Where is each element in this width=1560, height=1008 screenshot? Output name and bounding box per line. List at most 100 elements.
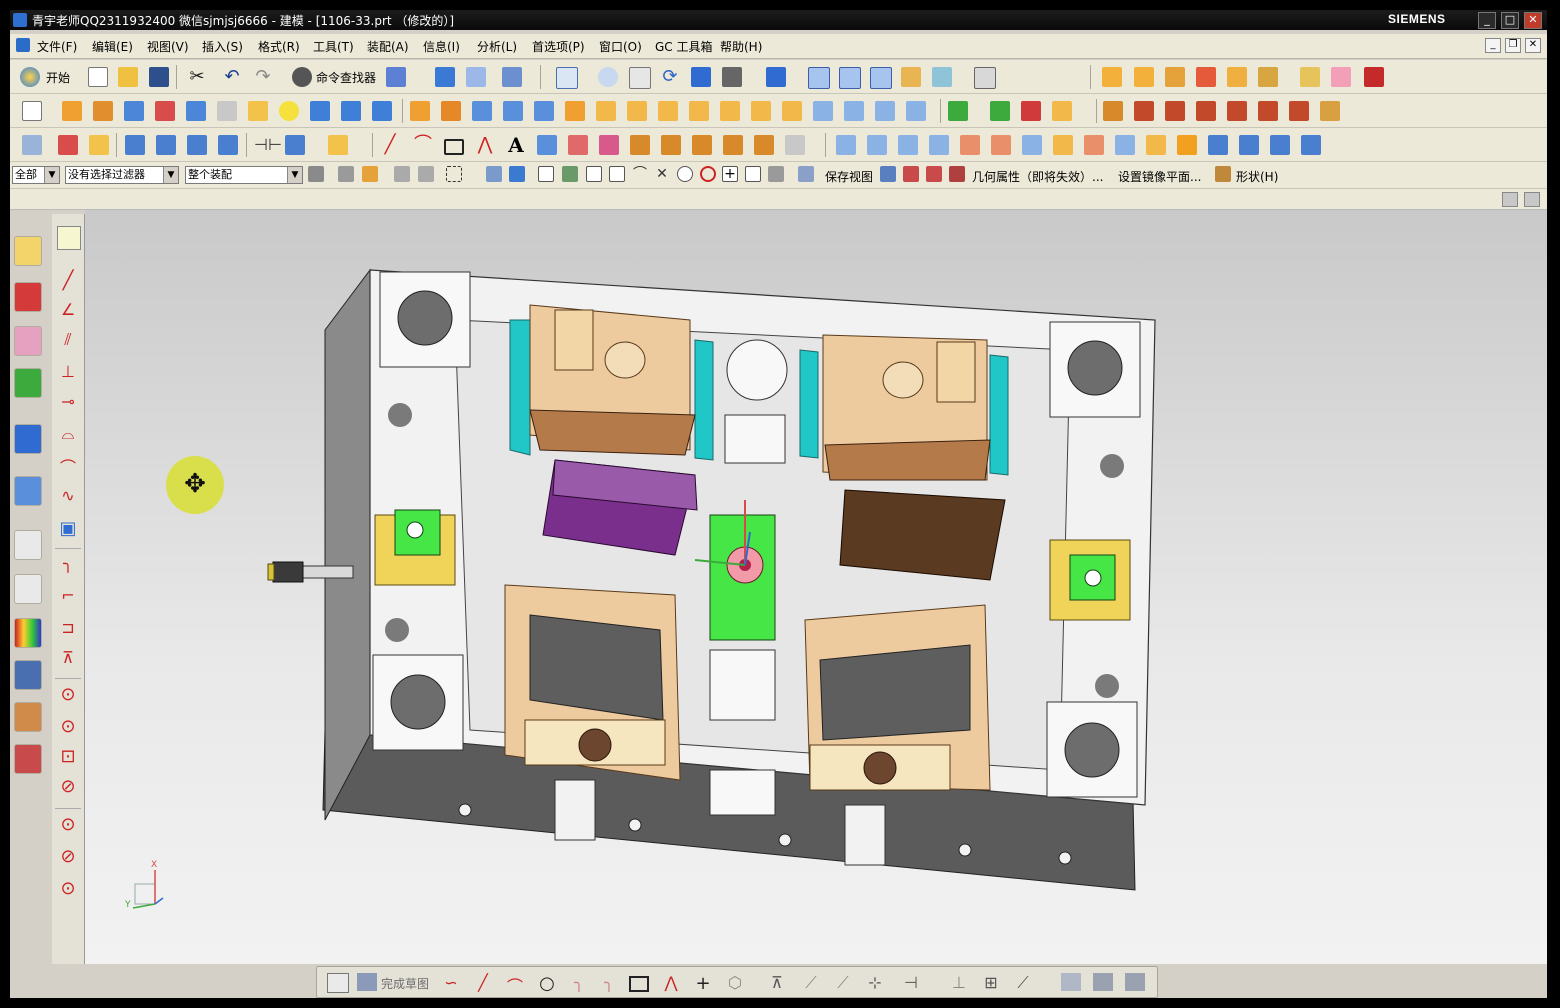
doc-minimize-button[interactable]: _ — [1485, 38, 1501, 53]
mirror-icon[interactable] — [472, 101, 492, 121]
sketch-settings-icon[interactable] — [327, 973, 349, 993]
curve-tool-icon-3[interactable] — [1165, 101, 1185, 121]
block-icon[interactable] — [341, 101, 361, 121]
reuse-library-icon[interactable] — [14, 368, 42, 398]
curve-icon-3[interactable] — [599, 135, 619, 155]
hidden-edge-icon[interactable] — [839, 67, 861, 89]
doc-close-button[interactable]: ✕ — [1525, 38, 1541, 53]
system-scene-icon[interactable] — [14, 744, 42, 774]
bottom-update-icon[interactable] — [1125, 973, 1145, 991]
process-studio-icon[interactable] — [14, 660, 42, 690]
view-toggle-icon[interactable] — [1502, 192, 1518, 207]
curve-tool-icon-2[interactable] — [1134, 101, 1154, 121]
curve-icon-5[interactable] — [661, 135, 681, 155]
surface-icon-8[interactable] — [1053, 135, 1073, 155]
part-navigator-icon[interactable] — [22, 135, 42, 155]
line-icon[interactable]: ╱ — [380, 135, 400, 155]
view-icon-1[interactable] — [880, 166, 896, 182]
select-tool-icon-2[interactable] — [156, 135, 176, 155]
zoom-window-icon[interactable] — [629, 67, 651, 89]
surface-icon-12[interactable] — [1177, 135, 1197, 155]
zoom-icon[interactable] — [598, 67, 618, 87]
surface-icon-3[interactable] — [898, 135, 918, 155]
boss-icon[interactable] — [217, 101, 237, 121]
bottom-alternate-icon[interactable] — [1093, 973, 1113, 991]
sketch-spline-icon[interactable]: ∿ — [57, 486, 79, 508]
replace-face-icon[interactable] — [813, 101, 833, 121]
select-tool-icon-4[interactable] — [218, 135, 238, 155]
offset-icon[interactable] — [534, 101, 554, 121]
snap-control-icon[interactable]: ⌒ — [632, 166, 648, 182]
delete-face-icon[interactable] — [875, 101, 895, 121]
measure-icon[interactable] — [285, 135, 305, 155]
rectangle-icon[interactable] — [444, 139, 464, 155]
assembly-icon-8[interactable] — [1331, 67, 1351, 87]
visualization-icon[interactable] — [14, 618, 42, 648]
sketch-arc-circle-icon[interactable]: ⊘ — [57, 846, 79, 868]
subtract-icon[interactable] — [751, 101, 771, 121]
wcs-icon[interactable] — [502, 67, 522, 87]
rotate-icon[interactable]: ⟳ — [660, 67, 680, 87]
assembly-icon-4[interactable] — [1196, 67, 1216, 87]
select-icon-1[interactable] — [338, 166, 354, 182]
pattern-icon[interactable] — [441, 101, 461, 121]
bottom-chamfer-icon[interactable]: ╮ — [599, 973, 619, 992]
view-icon-3[interactable] — [926, 166, 942, 182]
sketch-constraint-icon[interactable] — [57, 226, 81, 250]
part-navigator-tab-icon[interactable] — [14, 326, 42, 356]
menu-help[interactable]: 帮助(H) — [720, 38, 762, 55]
selection-icon[interactable] — [386, 67, 406, 87]
sketch-chamfer-icon[interactable]: ⌐ — [57, 586, 79, 608]
snap-center-icon[interactable] — [677, 166, 693, 182]
close-button[interactable]: ✕ — [1524, 12, 1542, 29]
arc-icon[interactable]: ⌒ — [413, 135, 433, 155]
cut-icon[interactable]: ✂ — [187, 67, 207, 87]
sketch-circle-box-icon[interactable]: ⊡ — [57, 746, 79, 768]
snap-on-surface-icon[interactable] — [768, 166, 784, 182]
clock-icon[interactable] — [14, 530, 42, 560]
fit-view-icon[interactable] — [556, 67, 578, 89]
shape-icon[interactable] — [1215, 166, 1231, 182]
edit-feature-icon[interactable] — [58, 135, 78, 155]
box-select-icon[interactable] — [446, 166, 462, 182]
assembly-icon-3[interactable] — [1165, 67, 1185, 87]
shell-icon[interactable] — [503, 101, 523, 121]
snap-on-curve-icon[interactable] — [745, 166, 761, 182]
snap-existing-point-icon[interactable]: + — [722, 166, 738, 182]
draft-icon[interactable] — [689, 101, 709, 121]
curve-tool-icon-8[interactable] — [1320, 101, 1340, 121]
intersect-icon[interactable] — [782, 101, 802, 121]
full-screen-icon[interactable] — [1524, 192, 1540, 207]
tube-icon[interactable] — [124, 101, 144, 121]
pad-icon[interactable] — [410, 101, 430, 121]
curve-icon-2[interactable] — [568, 135, 588, 155]
bottom-constraint-icon[interactable]: ⊥ — [949, 973, 969, 992]
binoculars-icon[interactable] — [292, 67, 312, 87]
dimension-icon[interactable]: ⊣⊢ — [254, 135, 282, 155]
save-icon[interactable] — [149, 67, 169, 87]
menu-tools[interactable]: 工具(T) — [313, 38, 354, 55]
select-icon-3[interactable] — [394, 166, 410, 182]
assembly-icon-2[interactable] — [1134, 67, 1154, 87]
menu-view[interactable]: 视图(V) — [147, 38, 189, 55]
roles-icon[interactable] — [14, 702, 42, 732]
snap-quadrant-icon[interactable] — [700, 166, 716, 182]
bottom-line-icon[interactable]: ╱ — [473, 973, 493, 992]
surface-icon-6[interactable] — [991, 135, 1011, 155]
surface-icon-9[interactable] — [1084, 135, 1104, 155]
chamfer-icon[interactable] — [658, 101, 678, 121]
menu-window[interactable]: 窗口(O) — [599, 38, 642, 55]
menu-preferences[interactable]: 首选项(P) — [532, 38, 585, 55]
surface-icon-5[interactable] — [960, 135, 980, 155]
geometry-props-icon[interactable] — [949, 166, 965, 182]
constraint-navigator-icon[interactable] — [14, 282, 42, 312]
menu-format[interactable]: 格式(R) — [258, 38, 300, 55]
sketch-center-circle-icon[interactable]: ⊙ — [57, 878, 79, 900]
curve-tool-icon-5[interactable] — [1227, 101, 1247, 121]
emboss-icon[interactable] — [248, 101, 268, 121]
hole-icon[interactable] — [186, 101, 206, 121]
finish-sketch-icon[interactable] — [357, 973, 377, 991]
selection-filter-dropdown[interactable]: 没有选择过滤器 ▼ — [65, 166, 179, 184]
layer-icon[interactable] — [466, 67, 486, 87]
text-icon[interactable]: A — [506, 135, 526, 155]
